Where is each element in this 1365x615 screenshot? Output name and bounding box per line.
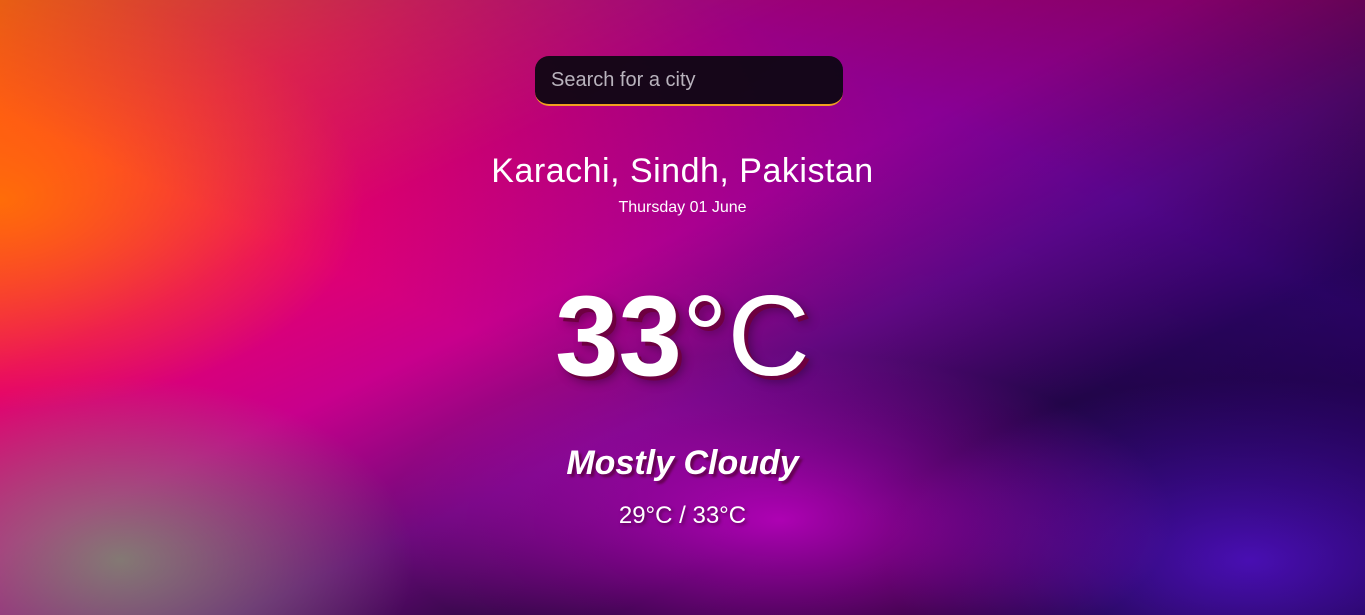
city-search-input[interactable] (535, 56, 843, 106)
search-bar (535, 56, 843, 106)
temperature-unit: °C (681, 273, 810, 400)
temperature-range: 29°C / 33°C (618, 502, 747, 529)
location-name: Karachi, Sindh, Pakistan (491, 152, 874, 190)
temperature-value: 33 (555, 273, 682, 400)
current-date: Thursday 01 June (618, 199, 747, 216)
weather-condition: Mostly Cloudy (566, 444, 799, 482)
current-temperature: 33°C (0, 272, 1365, 402)
weather-app: Karachi, Sindh, Pakistan Thursday 01 Jun… (0, 0, 1365, 615)
